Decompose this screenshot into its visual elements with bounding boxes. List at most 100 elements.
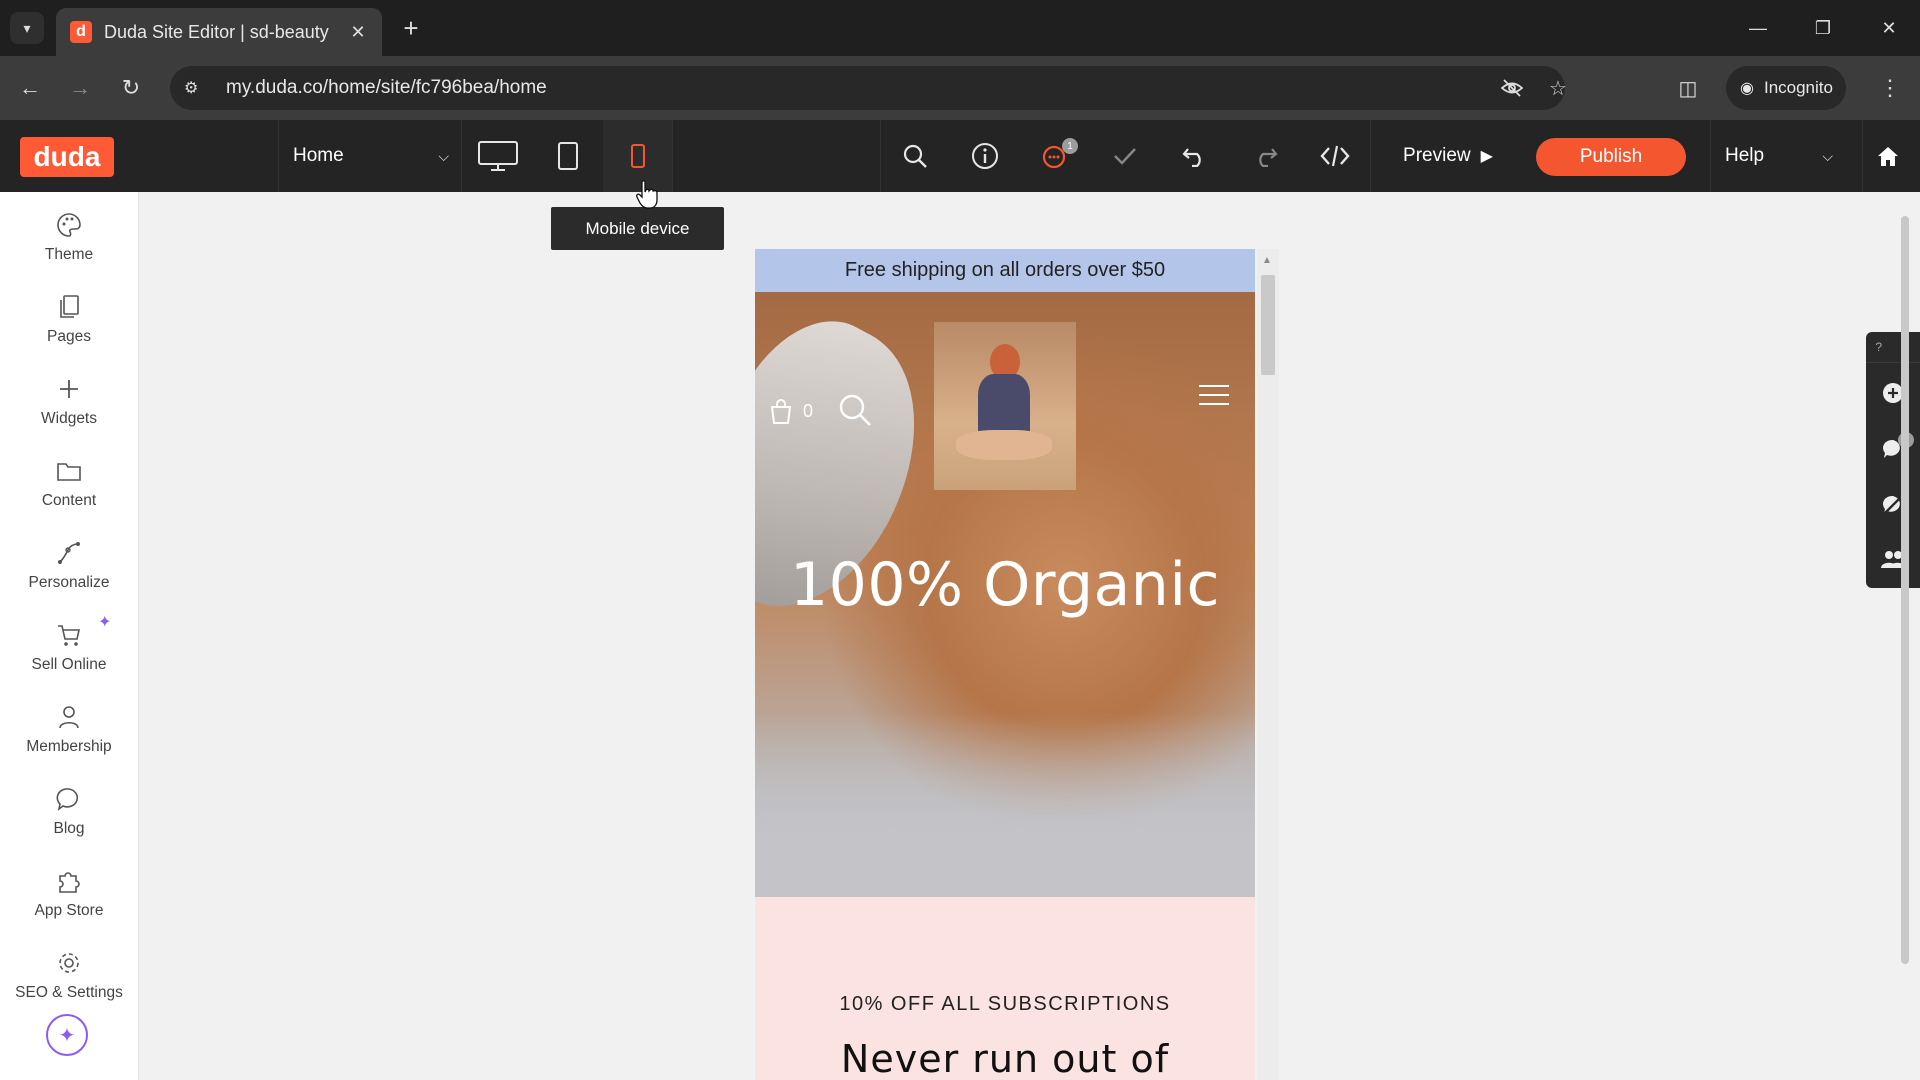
checkmark-button[interactable] [1090,120,1160,192]
back-icon[interactable]: ← [14,72,46,104]
site-menu-button[interactable] [1197,382,1231,413]
ai-assistant-button[interactable]: ✦ [46,1014,88,1056]
new-tab-button[interactable]: + [395,12,427,44]
dashboard-home-button[interactable] [1862,120,1913,192]
mobile-device-tooltip: Mobile device [551,207,724,250]
bookmark-star-icon[interactable]: ☆ [1542,72,1574,104]
pages-icon [57,290,81,324]
page-selector-label: Home [293,145,344,166]
editor-sidebar: Theme Pages Widgets Content Personalize … [0,192,139,1080]
duda-favicon-icon: d [70,21,92,43]
help-menu[interactable]: Help ⌵ [1710,120,1843,192]
tablet-icon [558,142,578,170]
sidebar-item-label: Content [41,492,97,509]
browser-tab[interactable]: d Duda Site Editor | sd-beauty ✕ [56,8,382,56]
incognito-badge[interactable]: ◉ Incognito [1726,66,1846,110]
sidebar-item-membership[interactable]: Membership [0,700,138,770]
browser-tab-bar: ▾ d Duda Site Editor | sd-beauty ✕ + — ❐… [0,0,1920,56]
palette-icon [56,208,82,242]
subscription-promo-section[interactable]: 10% OFF ALL SUBSCRIPTIONS Never run out … [755,897,1255,1080]
sidebar-item-theme[interactable]: Theme [0,208,138,278]
sidebar-item-label: Membership [26,738,112,755]
sparkle-icon: ✦ [98,614,112,631]
sidebar-item-label: Blog [53,820,85,837]
mobile-preview-frame[interactable]: Free shipping on all orders over $50 0 1… [755,249,1255,1080]
sidebar-item-blog[interactable]: Blog [0,782,138,852]
redo-button[interactable] [1230,120,1300,192]
user-icon [57,700,81,734]
restore-icon[interactable]: ❐ [1800,10,1846,46]
panel-help-icon[interactable]: ? [1875,340,1882,354]
tab-search-button[interactable]: ▾ [10,12,44,44]
mobile-icon [631,144,645,168]
puzzle-icon [56,864,82,898]
sidebar-item-label: SEO & Settings [15,984,123,1001]
incognito-label: Incognito [1763,78,1833,97]
preview-button[interactable]: Preview ▶ [1378,120,1518,192]
promo-kicker[interactable]: 10% OFF ALL SUBSCRIPTIONS [755,993,1255,1016]
sidebar-item-widgets[interactable]: Widgets [0,372,138,442]
undo-icon [1182,148,1201,167]
desktop-icon [478,141,518,171]
editor-toolbar: duda Home ⌵ 1 Preview ▶ Publish Help ⌵ [0,120,1920,192]
site-info-icon[interactable]: ⚙ [184,78,210,98]
reload-icon[interactable]: ↻ [115,72,147,104]
undo-button[interactable] [1160,120,1230,192]
sidebar-item-label: Widgets [41,410,97,427]
tablet-device-button[interactable] [533,120,603,192]
sidebar-item-sell-online[interactable]: ✦ Sell Online [0,614,138,688]
close-tab-icon[interactable]: ✕ [344,18,372,46]
side-panel-icon[interactable]: ◫ [1672,72,1704,104]
sidebar-item-pages[interactable]: Pages [0,290,138,360]
sidebar-item-personalize[interactable]: Personalize [0,536,138,606]
url-omnibox[interactable]: ⚙ my.duda.co/home/site/fc796bea/home ☆ [170,66,1567,110]
sidebar-item-label: Pages [47,328,91,345]
preview-scroll-thumb[interactable] [1261,275,1275,375]
page-selector[interactable]: Home ⌵ [278,120,462,192]
hand-pointer-cursor-icon [636,180,658,209]
hero-section[interactable]: 0 100% Organic [755,292,1255,897]
site-cart-button[interactable]: 0 [767,397,813,425]
canvas-scroll-thumb[interactable] [1901,216,1909,964]
desktop-device-button[interactable] [463,120,533,192]
redo-icon [1259,148,1278,167]
url-text[interactable]: my.duda.co/home/site/fc796bea/home [226,77,547,99]
dev-mode-button[interactable] [1300,120,1370,192]
promo-title[interactable]: Never run out of [755,1037,1255,1080]
forward-icon[interactable]: → [64,72,96,104]
personalize-icon [56,536,82,570]
browser-menu-icon[interactable]: ⋮ [1874,72,1906,104]
shipping-banner[interactable]: Free shipping on all orders over $50 [755,249,1255,292]
hamburger-menu-icon [1199,385,1229,405]
chevron-down-icon: ⌵ [438,147,449,164]
canvas-scrollbar[interactable] [1898,204,1912,964]
sidebar-item-seo-settings[interactable]: SEO & Settings [0,946,138,1016]
code-icon [1320,145,1350,167]
info-button[interactable] [950,120,1020,192]
search-button[interactable] [880,120,950,192]
sidebar-item-label: App Store [34,902,104,919]
window-close-icon[interactable]: ✕ [1866,10,1912,46]
incognito-icon: ◉ [1740,80,1754,97]
site-logo-image[interactable] [934,322,1076,490]
browser-address-bar: ← → ↻ ⚙ my.duda.co/home/site/fc796bea/ho… [0,56,1920,120]
minimize-icon[interactable]: — [1735,10,1781,46]
eye-slash-icon[interactable] [1496,72,1528,104]
duda-logo[interactable]: duda [20,137,114,177]
preview-scrollbar[interactable]: ▲ [1257,249,1279,1080]
play-icon: ▶ [1480,148,1493,165]
site-search-button[interactable] [837,392,873,433]
publish-button[interactable]: Publish [1536,138,1686,176]
scroll-up-icon[interactable]: ▲ [1262,255,1272,266]
folder-icon [56,454,82,488]
cart-icon [56,618,82,652]
shopping-bag-icon [770,399,792,424]
tab-title: Duda Site Editor | sd-beauty [104,21,329,42]
sidebar-item-app-store[interactable]: App Store [0,864,138,934]
sidebar-item-label: Theme [44,246,94,263]
comments-button[interactable]: 1 [1020,120,1090,192]
sidebar-item-content[interactable]: Content [0,454,138,524]
search-icon [839,394,871,426]
hero-title[interactable]: 100% Organic [755,550,1255,620]
preview-label: Preview [1403,145,1471,166]
